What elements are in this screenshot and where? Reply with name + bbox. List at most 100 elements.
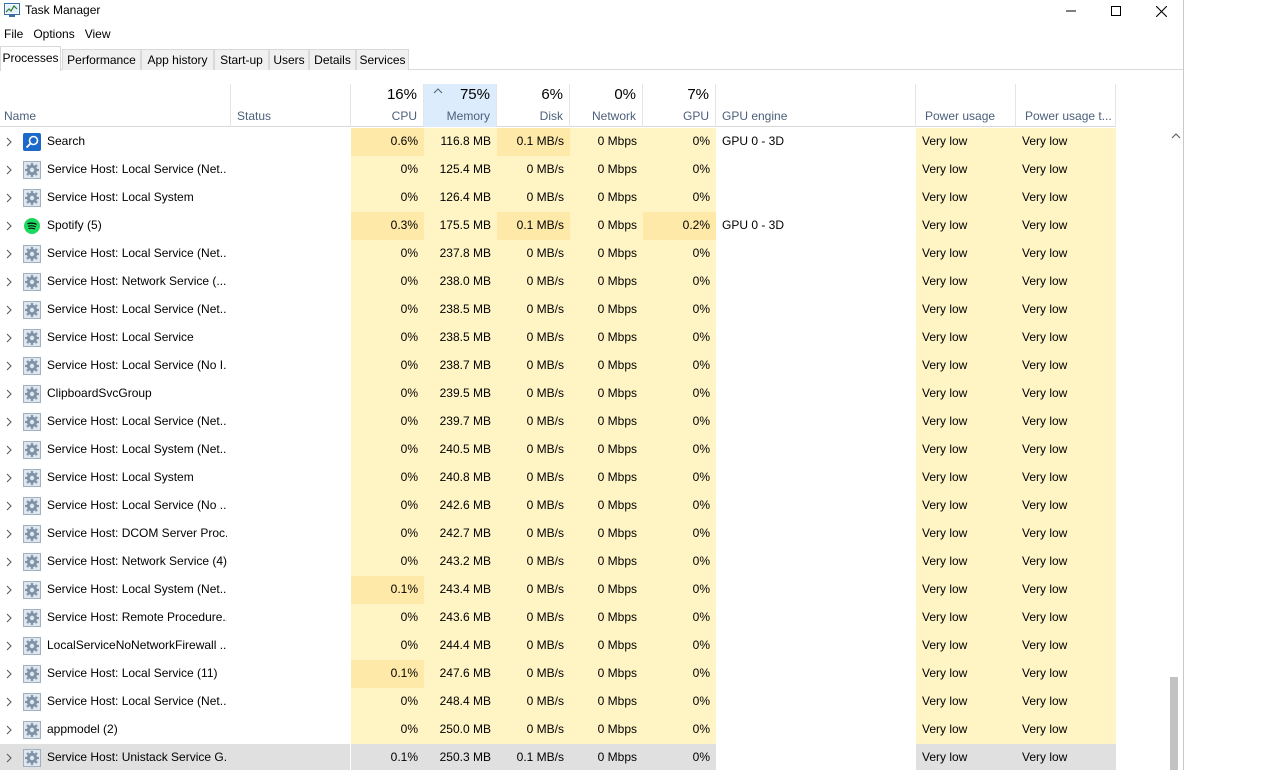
- cpu-value: 0%: [400, 414, 418, 428]
- process-row[interactable]: Service Host: DCOM Server Proc... 0% 242.7…: [0, 520, 1116, 548]
- expand-chevron-icon[interactable]: [5, 389, 13, 399]
- expand-chevron-icon[interactable]: [5, 305, 13, 315]
- header-power-usage[interactable]: Power usage: [916, 84, 1016, 127]
- header-gpu-engine[interactable]: GPU engine: [716, 84, 916, 127]
- power-usage-value: Very low: [922, 666, 968, 680]
- scrollbar-thumb[interactable]: [1170, 677, 1178, 770]
- tab-details[interactable]: Details: [309, 49, 356, 70]
- expand-chevron-icon[interactable]: [5, 277, 13, 287]
- header-gpu[interactable]: 7% GPU: [643, 84, 716, 127]
- process-row[interactable]: Search 0.6% 116.8 MB 0.1 MB/s 0 Mbps 0% GPU 0 …: [0, 128, 1116, 156]
- header-status[interactable]: Status: [231, 84, 351, 127]
- process-row[interactable]: Service Host: Local Service (Net... 0% 125…: [0, 156, 1116, 184]
- process-row[interactable]: Service Host: Network Service (... 0% 238.…: [0, 268, 1116, 296]
- memory-value: 243.6 MB: [439, 610, 491, 624]
- minimize-icon: [1066, 10, 1076, 12]
- expand-chevron-icon[interactable]: [5, 473, 13, 483]
- process-row[interactable]: Service Host: Local Service (No I... 0% 23…: [0, 352, 1116, 380]
- expand-chevron-icon[interactable]: [5, 249, 13, 259]
- header-power-usage-trend[interactable]: Power usage t...: [1016, 84, 1116, 127]
- expand-chevron-icon[interactable]: [5, 585, 13, 595]
- minimize-button[interactable]: [1048, 0, 1094, 22]
- expand-chevron-icon[interactable]: [5, 613, 13, 623]
- expand-chevron-icon[interactable]: [5, 361, 13, 371]
- expand-chevron-icon[interactable]: [5, 221, 13, 231]
- process-row[interactable]: appmodel (2) 0% 250.0 MB 0 MB/s 0 Mbps 0% Very…: [0, 716, 1116, 744]
- network-value: 0 Mbps: [597, 638, 637, 652]
- expand-chevron-icon[interactable]: [5, 445, 13, 455]
- header-cpu[interactable]: 16% CPU: [351, 84, 424, 127]
- process-row[interactable]: Service Host: Local Service (No ... 0% 242…: [0, 492, 1116, 520]
- cpu-value: 0%: [400, 190, 418, 204]
- process-row[interactable]: Service Host: Local Service (Net... 0% 248…: [0, 688, 1116, 716]
- header-power-usage-label: Power usage: [925, 109, 996, 123]
- close-button[interactable]: [1138, 0, 1183, 22]
- cpu-value: 0%: [400, 246, 418, 260]
- scroll-up-arrow-icon[interactable]: [1170, 130, 1182, 142]
- process-row[interactable]: Service Host: Local System (Net... 0% 240.…: [0, 436, 1116, 464]
- expand-chevron-icon[interactable]: [5, 501, 13, 511]
- power-usage-value: Very low: [922, 750, 968, 764]
- process-row[interactable]: Spotify (5) 0.3% 175.5 MB 0.1 MB/s 0 Mbps 0.2…: [0, 212, 1116, 240]
- expand-chevron-icon[interactable]: [5, 753, 13, 763]
- gpu-value: 0%: [692, 442, 710, 456]
- gpu-engine-value: GPU 0 - 3D: [722, 134, 785, 148]
- power-usage-value: Very low: [922, 414, 968, 428]
- process-row[interactable]: Service Host: Network Service (4) 0% 243.2…: [0, 548, 1116, 576]
- header-disk[interactable]: 6% Disk: [497, 84, 570, 127]
- header-network[interactable]: 0% Network: [570, 84, 643, 127]
- process-row[interactable]: Service Host: Local System (Net... 0.1% 24…: [0, 576, 1116, 604]
- expand-chevron-icon[interactable]: [5, 417, 13, 427]
- process-row[interactable]: Service Host: Local Service (Net... 0% 239…: [0, 408, 1116, 436]
- tab-users[interactable]: Users: [269, 49, 309, 70]
- memory-value: 243.4 MB: [439, 582, 491, 596]
- disk-value: 0 MB/s: [526, 386, 564, 400]
- process-row[interactable]: Service Host: Local Service 0% 238.5 MB 0 M…: [0, 324, 1116, 352]
- tab-processes[interactable]: Processes: [0, 46, 61, 71]
- vertical-scrollbar[interactable]: [1166, 128, 1183, 770]
- tab-app-history[interactable]: App history: [141, 49, 214, 70]
- menu-view[interactable]: View: [81, 25, 117, 45]
- expand-chevron-icon[interactable]: [5, 725, 13, 735]
- gear-icon: [23, 637, 41, 655]
- expand-chevron-icon[interactable]: [5, 697, 13, 707]
- tab-start-up[interactable]: Start-up: [214, 49, 269, 70]
- menu-file[interactable]: File: [0, 25, 29, 45]
- process-name: Service Host: Unistack Service G...: [47, 750, 227, 764]
- power-usage-value: Very low: [922, 302, 968, 316]
- process-row[interactable]: Service Host: Remote Procedure... 0% 243.6…: [0, 604, 1116, 632]
- process-row[interactable]: Service Host: Unistack Service G... 0.1% 2…: [0, 744, 1116, 770]
- tab-performance[interactable]: Performance: [62, 49, 141, 70]
- header-memory[interactable]: 75% Memory: [424, 84, 497, 127]
- process-row[interactable]: Service Host: Local Service (11) 0.1% 247.…: [0, 660, 1116, 688]
- expand-chevron-icon[interactable]: [5, 641, 13, 651]
- process-row[interactable]: Service Host: Local System 0% 126.4 MB 0 MB…: [0, 184, 1116, 212]
- expand-chevron-icon[interactable]: [5, 529, 13, 539]
- power-usage-value: Very low: [922, 582, 968, 596]
- process-row[interactable]: LocalServiceNoNetworkFirewall ... 0% 244.4…: [0, 632, 1116, 660]
- maximize-button[interactable]: [1093, 0, 1139, 22]
- power-usage-trend-value: Very low: [1022, 442, 1068, 456]
- header-name[interactable]: Name: [0, 84, 231, 127]
- expand-chevron-icon[interactable]: [5, 557, 13, 567]
- process-row[interactable]: Service Host: Local System 0% 240.8 MB 0 MB…: [0, 464, 1116, 492]
- cpu-value: 0%: [400, 162, 418, 176]
- power-usage-value: Very low: [922, 442, 968, 456]
- power-usage-trend-value: Very low: [1022, 722, 1068, 736]
- expand-chevron-icon[interactable]: [5, 669, 13, 679]
- process-row[interactable]: Service Host: Local Service (Net... 0% 237…: [0, 240, 1116, 268]
- expand-chevron-icon[interactable]: [5, 137, 13, 147]
- menu-options[interactable]: Options: [29, 25, 80, 45]
- process-row[interactable]: ClipboardSvcGroup 0% 239.5 MB 0 MB/s 0 Mbps 0…: [0, 380, 1116, 408]
- search-icon: [23, 133, 41, 151]
- disk-value: 0.1 MB/s: [516, 134, 564, 148]
- cpu-value: 0%: [400, 554, 418, 568]
- memory-value: 238.5 MB: [439, 330, 491, 344]
- gpu-value: 0%: [692, 302, 710, 316]
- expand-chevron-icon[interactable]: [5, 333, 13, 343]
- expand-chevron-icon[interactable]: [5, 193, 13, 203]
- gear-icon: [23, 273, 41, 291]
- process-row[interactable]: Service Host: Local Service (Net... 0% 238…: [0, 296, 1116, 324]
- tab-services[interactable]: Services: [356, 49, 409, 70]
- expand-chevron-icon[interactable]: [5, 165, 13, 175]
